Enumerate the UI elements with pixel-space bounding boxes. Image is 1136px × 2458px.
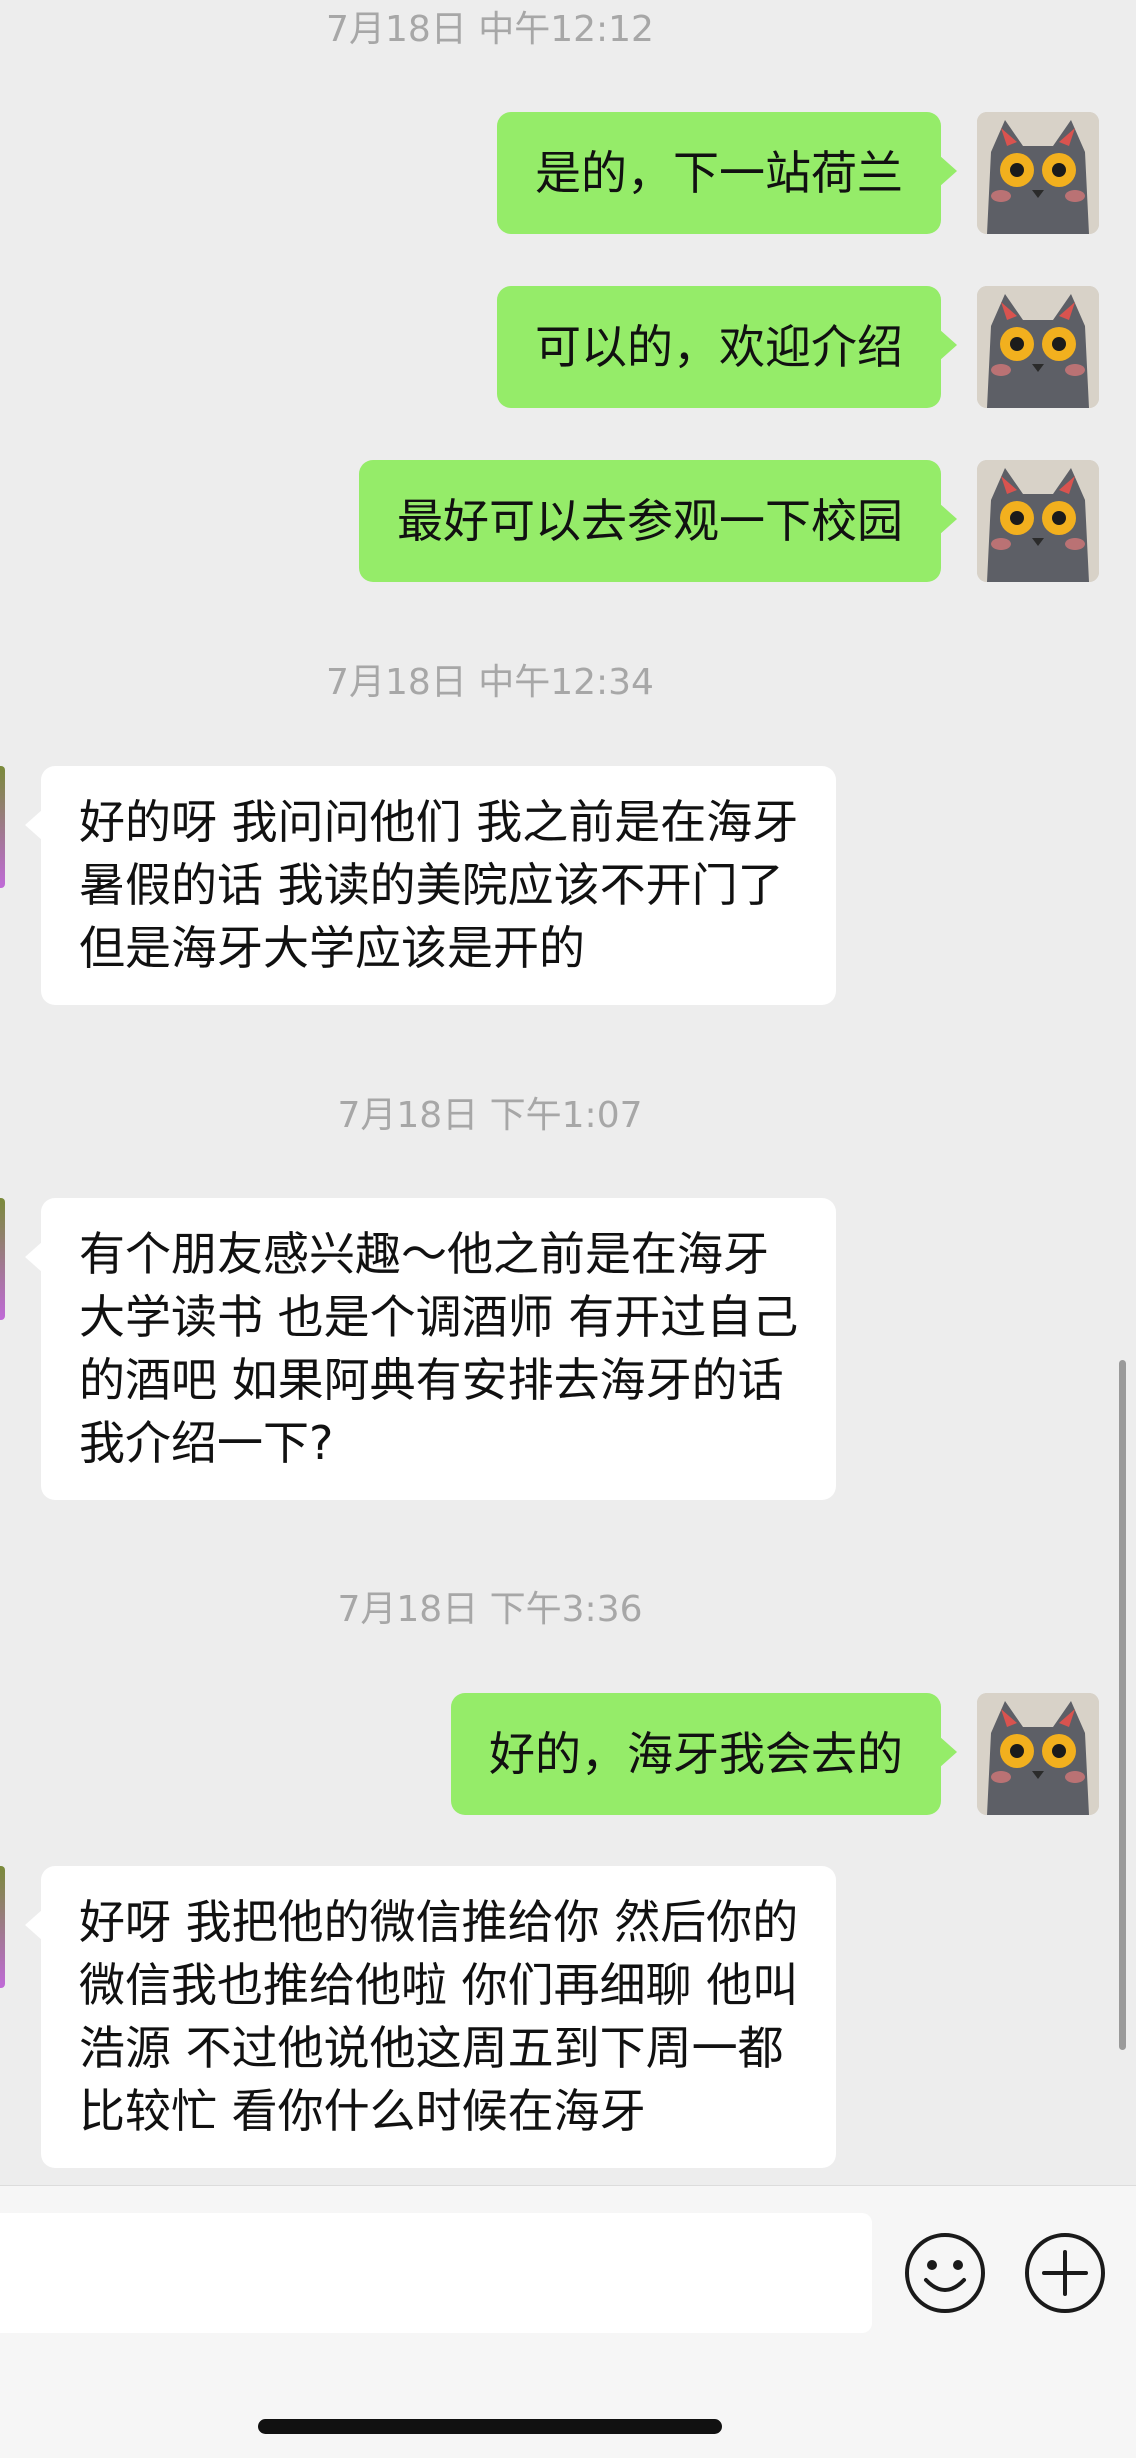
cat-avatar-icon — [977, 460, 1099, 582]
chat-message-list[interactable]: 7月18日 中午12:12 是的，下一站荷兰 可以的，欢迎介绍 最好可以去参观一… — [0, 0, 1136, 2185]
outgoing-message-bubble[interactable]: 最好可以去参观一下校园 — [359, 460, 957, 582]
incoming-message-bubble[interactable]: 好呀 我把他的微信推给你 然后你的 微信我也推给他啦 你们再细聊 他叫 浩源 不… — [24, 1866, 837, 2168]
incoming-message-bubble[interactable]: 好的呀 我问问他们 我之前是在海牙 暑假的话 我读的美院应该不开门了 但是海牙大… — [24, 766, 837, 1005]
message-input-bar — [0, 2185, 1136, 2458]
timestamp: 7月18日 下午1:07 — [337, 1095, 643, 1136]
more-options-button[interactable] — [1022, 2230, 1108, 2316]
outgoing-message-bubble[interactable]: 是的，下一站荷兰 — [497, 112, 957, 234]
my-avatar[interactable] — [977, 1693, 1099, 1815]
contact-avatar[interactable] — [0, 1866, 5, 1988]
emoji-button[interactable] — [902, 2230, 988, 2316]
plus-circle-icon — [1025, 2233, 1105, 2313]
outgoing-message-bubble[interactable]: 可以的，欢迎介绍 — [497, 286, 957, 408]
timestamp: 7月18日 中午12:34 — [326, 662, 654, 703]
my-avatar[interactable] — [977, 112, 1099, 234]
emoji-smile-icon — [905, 2233, 985, 2313]
outgoing-message-bubble[interactable]: 好的，海牙我会去的 — [451, 1693, 957, 1815]
scrollbar[interactable] — [1119, 1360, 1126, 2050]
my-avatar[interactable] — [977, 286, 1099, 408]
cat-avatar-icon — [977, 112, 1099, 234]
my-avatar[interactable] — [977, 460, 1099, 582]
timestamp: 7月18日 中午12:12 — [326, 9, 654, 50]
cat-avatar-icon — [977, 286, 1099, 408]
incoming-message-bubble[interactable]: 有个朋友感兴趣～他之前是在海牙 大学读书 也是个调酒师 有开过自己 的酒吧 如果… — [24, 1198, 837, 1500]
message-input-field[interactable] — [0, 2213, 872, 2333]
home-indicator[interactable] — [258, 2419, 722, 2434]
contact-avatar[interactable] — [0, 1198, 5, 1320]
contact-avatar[interactable] — [0, 766, 5, 888]
cat-avatar-icon — [977, 1693, 1099, 1815]
timestamp: 7月18日 下午3:36 — [337, 1589, 643, 1630]
